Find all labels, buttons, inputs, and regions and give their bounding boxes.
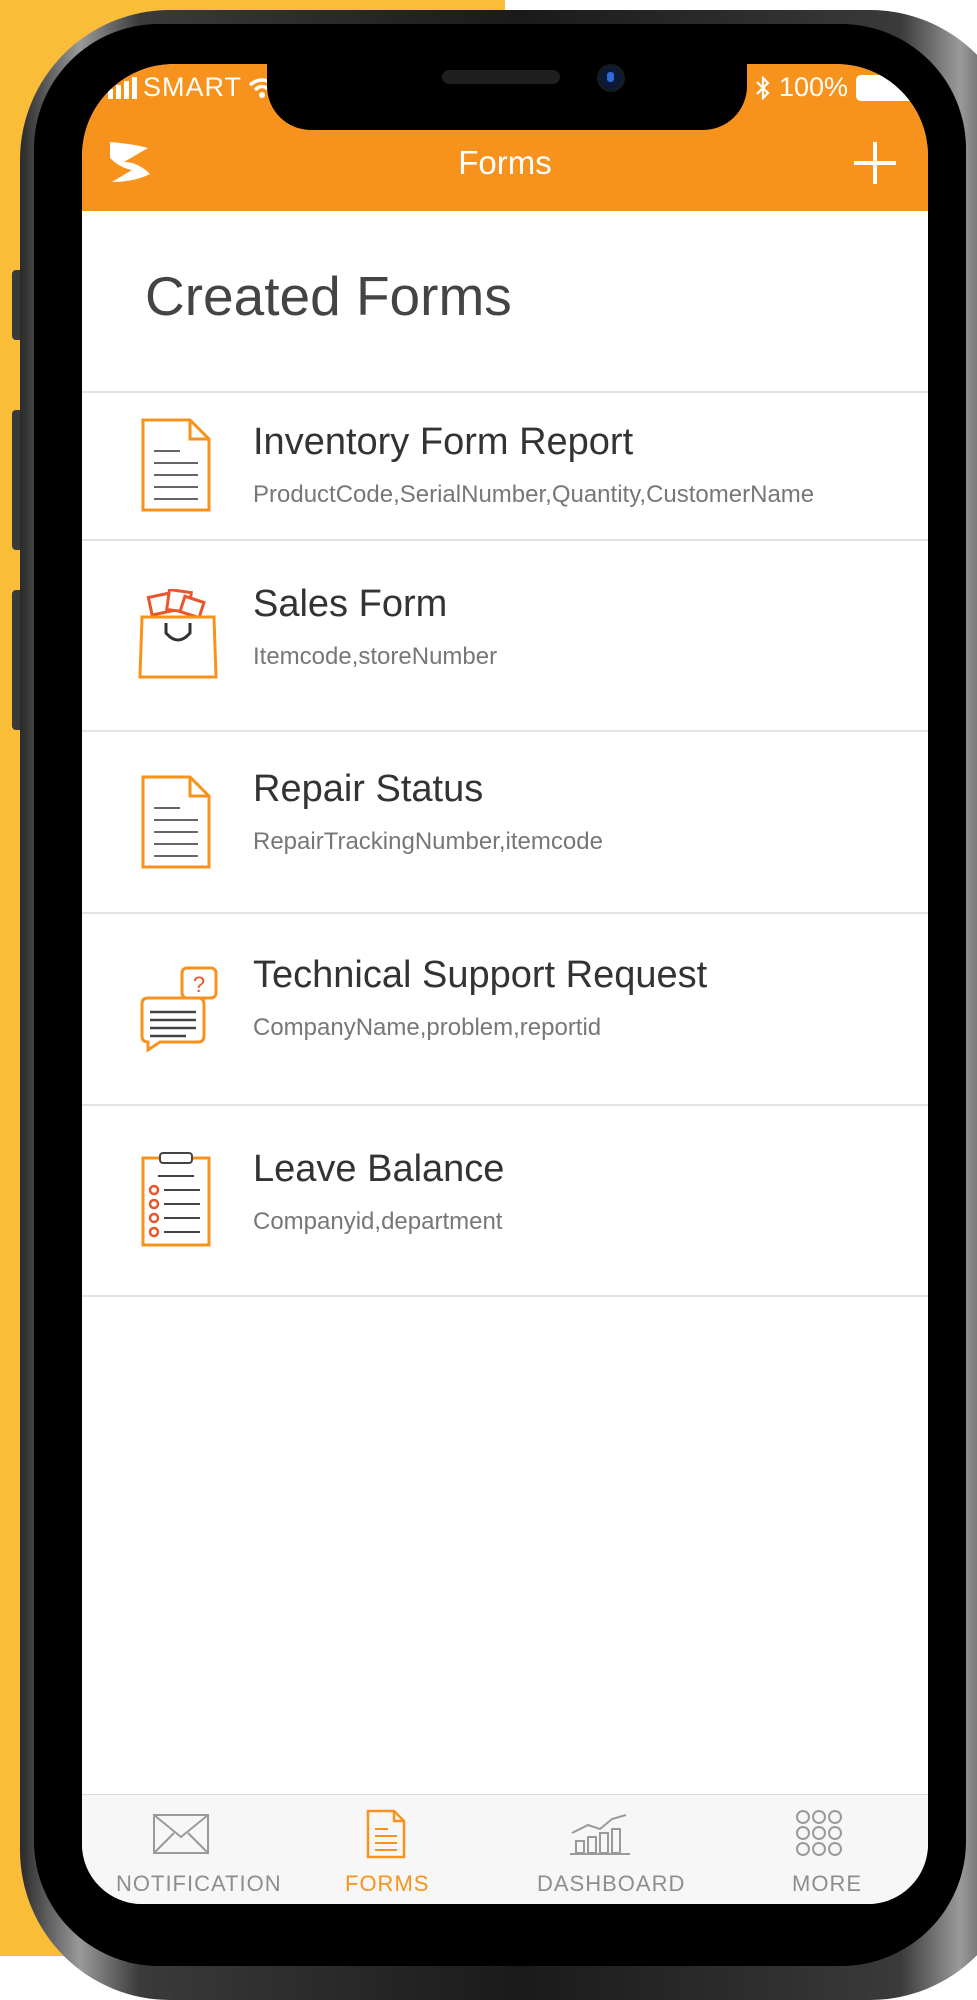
speaker [442, 70, 560, 84]
grid-dots-icon [796, 1810, 842, 1856]
app-screen: SMART 100% Forms Created Forms Inventory… [82, 64, 928, 1904]
form-list-item[interactable]: Inventory Form Report ProductCode,Serial… [82, 393, 928, 539]
tab-notification[interactable]: NOTIFICATION [82, 1795, 292, 1904]
tab-label: MORE [792, 1871, 862, 1896]
form-icon [366, 1809, 406, 1859]
form-fields: CompanyName,problem,reportid [253, 1014, 602, 1041]
support-chat-icon: ? [140, 966, 218, 1052]
divider [82, 1295, 928, 1297]
form-name: Technical Support Request [253, 954, 708, 996]
bottom-tab-bar: NOTIFICATION FORMS DASHBOARD MORE [82, 1794, 928, 1904]
chart-icon [570, 1814, 630, 1855]
form-name: Leave Balance [253, 1148, 505, 1190]
form-list-item[interactable]: Repair Status RepairTrackingNumber,itemc… [82, 732, 928, 912]
carrier-label: SMART [143, 72, 243, 102]
shopping-bag-icon [138, 589, 218, 679]
form-name: Repair Status [253, 768, 484, 810]
tab-label: NOTIFICATION [116, 1871, 282, 1896]
tab-label: FORMS [345, 1871, 430, 1896]
form-fields: Companyid,department [253, 1208, 503, 1235]
front-camera [597, 64, 625, 92]
form-name: Inventory Form Report [253, 421, 634, 463]
tab-forms[interactable]: FORMS [292, 1795, 502, 1904]
plus-icon[interactable] [852, 140, 898, 186]
battery-icon [856, 74, 914, 101]
form-fields: Itemcode,storeNumber [253, 643, 498, 670]
form-name: Sales Form [253, 583, 448, 625]
bluetooth-icon [756, 75, 770, 100]
form-fields: RepairTrackingNumber,itemcode [253, 828, 603, 855]
tab-label: DASHBOARD [537, 1871, 686, 1896]
phone-notch [267, 64, 747, 130]
form-fields: ProductCode,SerialNumber,Quantity,Custom… [253, 481, 815, 508]
document-icon [141, 418, 211, 512]
status-battery: 100% [755, 72, 914, 103]
section-title: Created Forms [145, 265, 512, 327]
svg-text:?: ? [193, 972, 205, 997]
form-list-item[interactable]: Sales Form Itemcode,storeNumber [82, 541, 928, 730]
signal-icon [108, 76, 137, 99]
status-carrier: SMART [108, 72, 276, 103]
app-header: SMART 100% Forms [82, 64, 928, 211]
tab-dashboard[interactable]: DASHBOARD [502, 1795, 712, 1904]
checklist-icon [141, 1152, 211, 1247]
page-title: Forms [458, 144, 552, 181]
envelope-icon [153, 1814, 209, 1854]
document-icon [141, 775, 211, 869]
tab-more[interactable]: MORE [712, 1795, 928, 1904]
battery-label: 100% [778, 72, 848, 102]
form-list-item[interactable]: Leave Balance Companyid,department [82, 1106, 928, 1295]
form-list-item[interactable]: ? Technical Support Request CompanyName,… [82, 914, 928, 1104]
